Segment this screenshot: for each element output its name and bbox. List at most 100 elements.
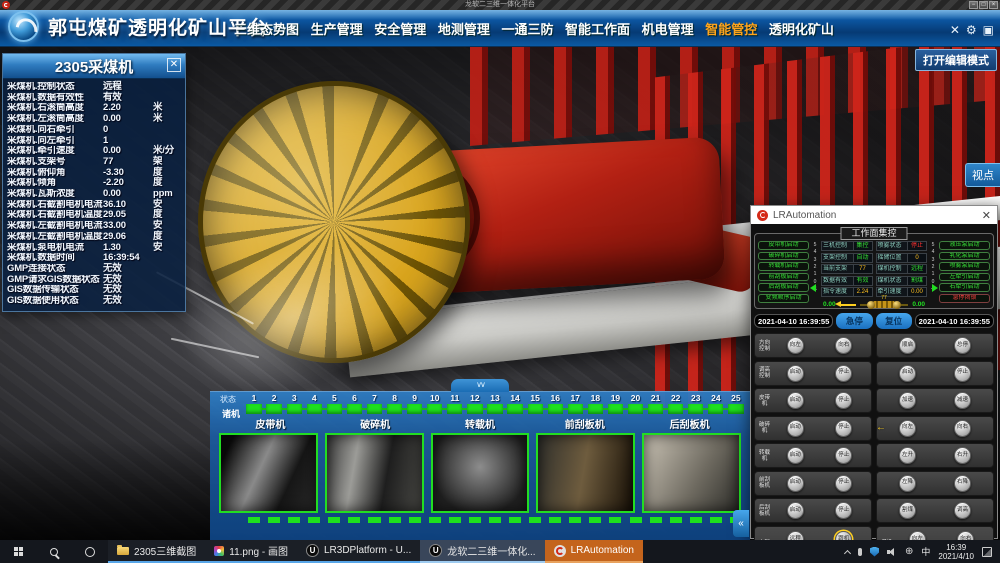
chevron-collapse-icon[interactable]: ∨∨: [451, 379, 509, 392]
round-button[interactable]: 停止: [835, 502, 852, 519]
close-icon[interactable]: ✕: [167, 58, 181, 72]
start-button[interactable]: 后刮板启动: [758, 283, 809, 292]
nav-item[interactable]: 生产管理: [311, 19, 363, 38]
camera-thumbnail[interactable]: [642, 433, 741, 513]
start-button[interactable]: 乳化泵启动: [939, 252, 990, 261]
taskbar-app-platform[interactable]: U 龙软二三维一体化...: [420, 540, 544, 563]
notification-center-icon[interactable]: [982, 547, 992, 557]
maximize-button[interactable]: □: [979, 1, 988, 9]
status-cell: 喷雾状态 停止: [876, 241, 928, 251]
start-button[interactable]: 液压泵启动: [939, 241, 990, 250]
camera-thumbnail[interactable]: [431, 433, 530, 513]
nav-item[interactable]: 一通三防: [501, 19, 553, 38]
emergency-stop-button[interactable]: 急停: [836, 313, 872, 329]
nav-item[interactable]: 安全管理: [374, 19, 426, 38]
status-cell: 支架控制 自动: [821, 253, 873, 263]
cortana-button[interactable]: [72, 540, 108, 563]
shearer-panel-title: 2305采煤机: [55, 56, 133, 77]
status-cell: 摇臂位置 0: [876, 253, 928, 263]
round-button[interactable]: 顺启: [899, 337, 916, 354]
camera-label: 前刮板机: [532, 416, 637, 431]
round-button[interactable]: 总停: [954, 337, 971, 354]
data-row: GIS数据使用状态 无效: [7, 296, 181, 307]
tools-icon[interactable]: ✕: [950, 23, 960, 37]
estop-lock-button[interactable]: 急停闭锁: [939, 294, 990, 303]
settings-gear-icon[interactable]: ⚙: [966, 23, 977, 37]
open-edit-mode-button[interactable]: 打开编辑模式: [915, 49, 997, 71]
round-button[interactable]: 停止: [954, 365, 971, 382]
lra-titlebar[interactable]: LRAutomation ✕: [751, 206, 997, 224]
round-button[interactable]: 左降: [899, 475, 916, 492]
control-row: 左升 右升: [876, 443, 994, 468]
reset-button[interactable]: 复位: [876, 313, 912, 329]
round-button[interactable]: 加速: [899, 392, 916, 409]
start-button[interactable]: 右牵引启动: [939, 283, 990, 292]
round-button[interactable]: 启动: [787, 420, 804, 437]
control-row: 割煤 调高: [876, 498, 994, 523]
control-row: 顺启 总停: [876, 333, 994, 358]
taskbar-app-screenshot-folder[interactable]: 2305三维截图: [108, 540, 205, 563]
data-unit: [153, 296, 181, 307]
start-button[interactable]: 破碎机启动: [758, 252, 809, 261]
round-button[interactable]: 启动: [787, 475, 804, 492]
round-button[interactable]: 停止: [835, 392, 852, 409]
start-button[interactable]: 喷雾泵启动: [939, 262, 990, 271]
tray-time: 16:39: [946, 543, 966, 552]
round-button[interactable]: 向左: [787, 337, 804, 354]
close-icon[interactable]: ✕: [982, 209, 991, 222]
round-button[interactable]: 向左: [899, 420, 916, 437]
data-value: 0.00: [103, 114, 153, 125]
security-shield-icon[interactable]: [870, 547, 879, 557]
shearer-position-slider[interactable]: 77: [860, 300, 909, 309]
round-button[interactable]: 右降: [954, 475, 971, 492]
round-button[interactable]: 向右: [954, 420, 971, 437]
panel-collapse-tab[interactable]: «: [733, 510, 749, 537]
start-button[interactable]: 转载机启动: [758, 262, 809, 271]
round-button[interactable]: 左升: [899, 447, 916, 464]
taskbar-app-lr3dplatform[interactable]: U LR3DPlatform - U...: [297, 540, 420, 563]
start-button[interactable]: 左牵引启动: [939, 273, 990, 282]
nav-item[interactable]: 机电管理: [642, 19, 694, 38]
search-button[interactable]: [36, 540, 72, 563]
start-button[interactable]: 前刮板启动: [758, 273, 809, 282]
taskbar-app-paint[interactable]: 11.png - 画图: [205, 540, 297, 563]
viewpoint-tab[interactable]: 视点: [965, 163, 1000, 187]
microphone-icon[interactable]: [858, 548, 862, 556]
minimize-button[interactable]: −: [969, 1, 978, 9]
taskbar-app-lrautomation[interactable]: LRAutomation: [545, 540, 643, 563]
start-button[interactable]: 皮带机启动: [758, 241, 809, 250]
nav-item[interactable]: 透明化矿山: [769, 19, 834, 38]
round-button[interactable]: 启动: [787, 392, 804, 409]
round-button[interactable]: 启动: [787, 502, 804, 519]
round-button[interactable]: 启动: [899, 365, 916, 382]
camera-thumbnail[interactable]: [536, 433, 635, 513]
nav-item[interactable]: 智能管控: [705, 19, 757, 38]
nav-item[interactable]: 智能工作面: [565, 19, 630, 38]
camera-thumbnail[interactable]: [325, 433, 424, 513]
hidden-icons-chevron-icon[interactable]: [844, 549, 851, 556]
restore-layout-icon[interactable]: ▣: [983, 23, 994, 37]
taskbar-clock[interactable]: 16:39 2021/4/10: [938, 543, 974, 561]
close-button[interactable]: ×: [989, 1, 998, 9]
start-button[interactable]: 变频顺序启动: [758, 294, 809, 303]
round-button[interactable]: 调高: [954, 502, 971, 519]
start-button[interactable]: [0, 540, 36, 563]
camera-thumbnail[interactable]: [219, 433, 318, 513]
network-globe-icon[interactable]: ⊕: [905, 547, 913, 557]
nav-item[interactable]: 地测管理: [438, 19, 490, 38]
round-button[interactable]: 停止: [835, 447, 852, 464]
round-button[interactable]: 割煤: [899, 502, 916, 519]
round-button[interactable]: 启动: [787, 447, 804, 464]
round-button[interactable]: 停止: [835, 365, 852, 382]
round-button[interactable]: 停止: [835, 475, 852, 492]
round-button[interactable]: 右升: [954, 447, 971, 464]
data-label: 采煤机.数据时间: [7, 253, 103, 264]
nav-item[interactable]: 三维态势图: [234, 19, 299, 38]
ime-indicator[interactable]: 中: [921, 545, 930, 558]
speaker-icon[interactable]: [887, 547, 897, 556]
round-button[interactable]: 停止: [835, 420, 852, 437]
round-button[interactable]: 启动: [787, 365, 804, 382]
round-button[interactable]: 减速: [954, 392, 971, 409]
round-button[interactable]: 向右: [835, 337, 852, 354]
data-value: 无效: [103, 296, 153, 307]
